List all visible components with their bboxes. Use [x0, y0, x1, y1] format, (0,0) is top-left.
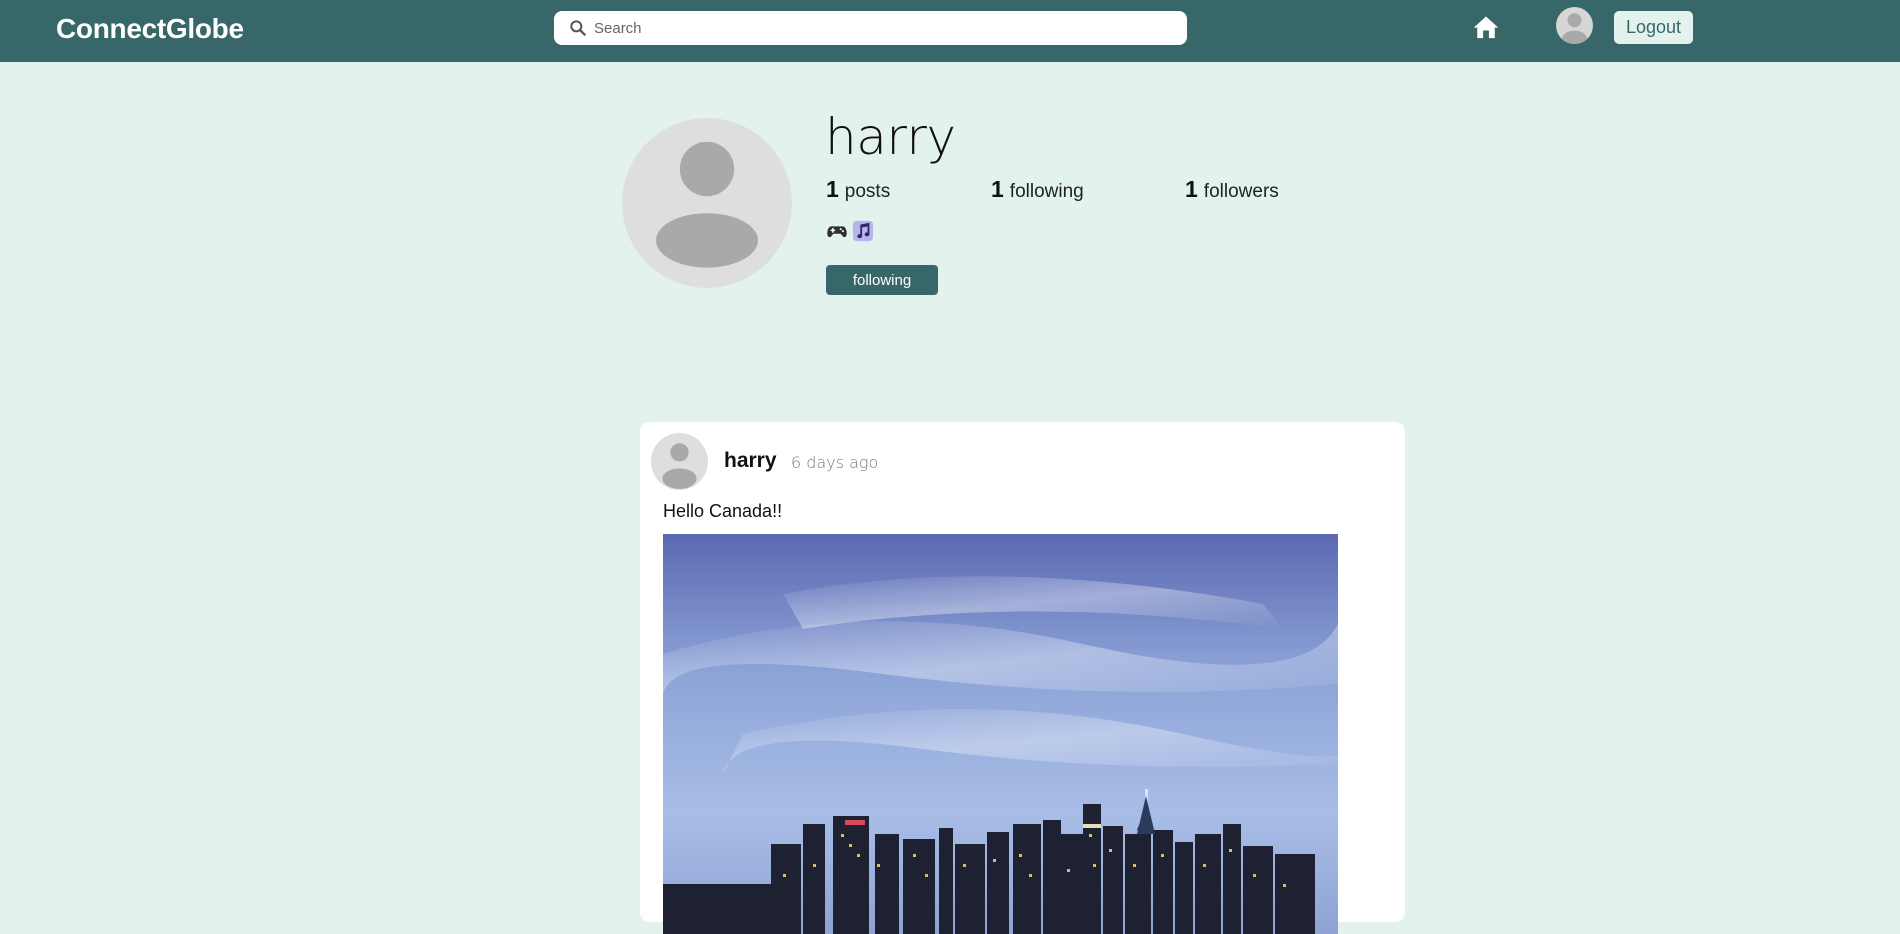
stat-posts: 1 posts — [826, 176, 890, 203]
user-silhouette-icon — [1561, 13, 1588, 44]
following-toggle-button[interactable]: following — [826, 265, 938, 295]
brand-logo[interactable]: ConnectGlobe — [56, 13, 244, 45]
gamepad-icon — [827, 226, 847, 238]
post-timestamp: 6 days ago — [791, 453, 879, 472]
search-icon — [570, 20, 586, 36]
city-skyline-photo — [663, 534, 1338, 934]
top-navbar: ConnectGlobe Logout — [0, 0, 1900, 62]
logout-button[interactable]: Logout — [1614, 11, 1693, 44]
stat-count: 1 — [1185, 176, 1198, 202]
music-note-icon — [852, 220, 874, 242]
interest-icons — [826, 220, 874, 242]
stat-following[interactable]: 1 following — [991, 176, 1084, 203]
user-silhouette-icon — [656, 141, 758, 268]
stat-label: posts — [844, 181, 891, 202]
stat-count: 1 — [826, 176, 839, 202]
post-author-avatar[interactable] — [651, 433, 708, 490]
profile-avatar — [622, 118, 792, 288]
post-author-name[interactable]: harry — [724, 449, 777, 473]
search-bar[interactable] — [554, 11, 1187, 45]
post-text: Hello Canada!! — [663, 501, 783, 521]
profile-username: harry — [825, 108, 956, 166]
home-icon[interactable] — [1472, 14, 1500, 40]
stat-count: 1 — [991, 176, 1004, 202]
post-card: harry 6 days ago Hello Canada!! — [640, 422, 1405, 934]
stat-label: following — [1009, 181, 1084, 202]
post-image[interactable] — [663, 534, 1338, 934]
search-input[interactable] — [594, 19, 1174, 37]
stat-followers[interactable]: 1 followers — [1185, 176, 1279, 203]
stat-label: followers — [1203, 181, 1279, 202]
user-silhouette-icon — [662, 443, 697, 489]
user-avatar[interactable] — [1556, 7, 1593, 44]
